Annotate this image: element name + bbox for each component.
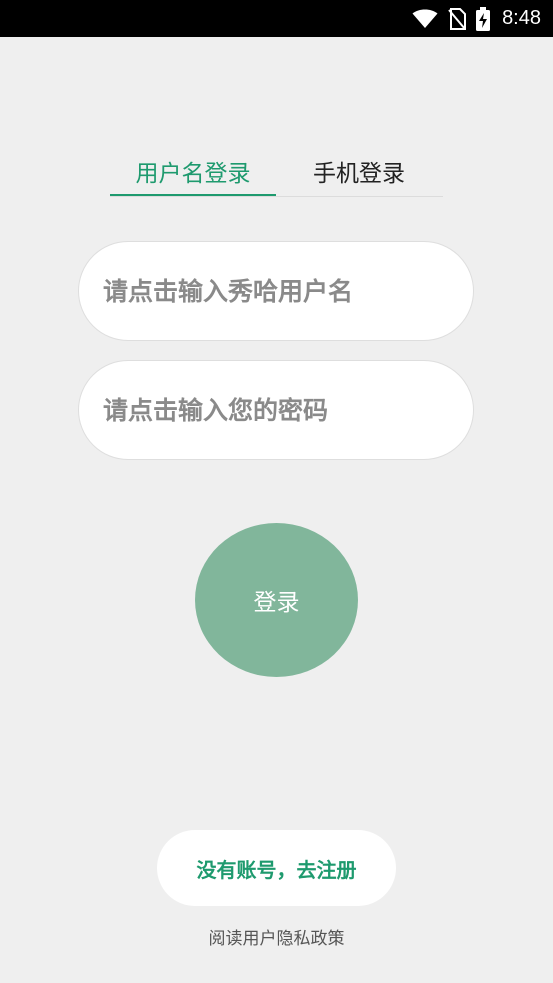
battery-charging-icon bbox=[476, 6, 491, 31]
no-sim-icon bbox=[448, 7, 467, 30]
login-button[interactable]: 登录 bbox=[195, 523, 358, 677]
password-field-container bbox=[78, 360, 474, 460]
privacy-policy-link[interactable]: 阅读用户隐私政策 bbox=[0, 924, 553, 949]
tab-phone-login[interactable]: 手机登录 bbox=[276, 148, 442, 194]
username-field-container bbox=[78, 241, 474, 341]
login-tabs: 用户名登录 手机登录 bbox=[110, 148, 443, 197]
register-button[interactable]: 没有账号，去注册 bbox=[157, 830, 396, 906]
tab-username-login[interactable]: 用户名登录 bbox=[110, 148, 276, 196]
status-icons: 8:48 bbox=[412, 0, 541, 37]
status-time: 8:48 bbox=[502, 7, 541, 29]
login-screen: 8:48 用户名登录 手机登录 登录 没有账号，去注册 阅读用户隐私政策 bbox=[0, 0, 553, 983]
status-bar: 8:48 bbox=[0, 0, 553, 37]
password-input[interactable] bbox=[101, 394, 455, 426]
username-input[interactable] bbox=[101, 275, 455, 307]
wifi-icon bbox=[412, 9, 438, 29]
